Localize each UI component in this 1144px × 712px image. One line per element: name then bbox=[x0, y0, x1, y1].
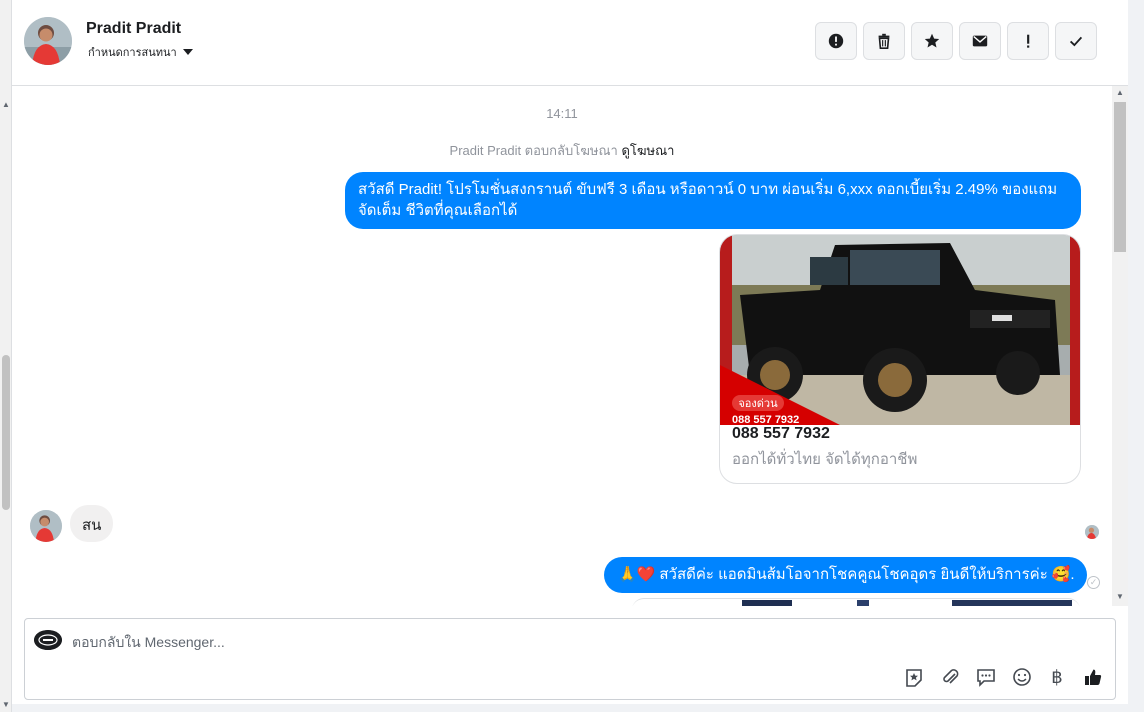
sticker-icon bbox=[906, 669, 922, 687]
ad-reply-notice: Pradit Pradit ตอบกลับโฆษณา ดูโฆษณา bbox=[12, 140, 1112, 161]
assign-conversation-label: กำหนดการสนทนา bbox=[88, 47, 177, 59]
message-timestamp: 14:11 bbox=[546, 106, 578, 121]
check-icon bbox=[1069, 36, 1083, 47]
scroll-down-arrow-icon[interactable]: ▼ bbox=[1116, 592, 1124, 601]
follow-up-button[interactable] bbox=[1007, 22, 1049, 60]
incoming-message[interactable]: สน bbox=[70, 505, 114, 542]
left-scrollbar[interactable]: ▲ ▼ bbox=[0, 0, 12, 712]
assign-conversation-dropdown[interactable]: กำหนดการสนทนา bbox=[88, 43, 193, 61]
card-title[interactable]: 088 557 7932 bbox=[732, 425, 830, 443]
emoji-icon bbox=[1013, 668, 1031, 686]
scroll-up-arrow-icon[interactable]: ▲ bbox=[1116, 88, 1124, 97]
conversation-header: Pradit Pradit กำหนดการสนทนา bbox=[12, 0, 1128, 86]
contact-avatar[interactable] bbox=[24, 17, 72, 65]
reply-composer: ฿ bbox=[24, 618, 1116, 700]
baht-icon: ฿ bbox=[1051, 666, 1063, 687]
message-thread[interactable]: 14:11 Pradit Pradit ตอบกลับโฆษณา ดูโฆษณา… bbox=[12, 86, 1112, 606]
ad-card[interactable]: จองด่วน 088 557 7932 088 557 7932 ออกได้… bbox=[719, 234, 1081, 484]
card-badge-text: จองด่วน bbox=[738, 398, 778, 410]
next-attachment-preview bbox=[632, 598, 1080, 606]
thread-scrollbar-thumb[interactable] bbox=[1114, 102, 1126, 252]
thread-scrollbar[interactable]: ▲ ▼ bbox=[1112, 86, 1128, 606]
message-prefix-emoji: 🙏❤️ bbox=[618, 566, 656, 583]
star-button[interactable] bbox=[911, 22, 953, 60]
paperclip-icon bbox=[943, 669, 959, 684]
attach-button[interactable] bbox=[938, 665, 962, 689]
caret-down-icon bbox=[182, 49, 193, 55]
card-description: ออกได้ทั่วไทย จัดได้ทุกอาชีพ bbox=[732, 451, 918, 468]
seen-indicator-avatar bbox=[1085, 525, 1099, 539]
truck-photo: จองด่วน 088 557 7932 bbox=[720, 235, 1080, 425]
outgoing-message[interactable]: 🙏❤️ สวัสดีค่ะ แอดมินส้มโอจากโชคคูณโชคอุด… bbox=[604, 557, 1087, 593]
sticker-button[interactable] bbox=[902, 665, 926, 689]
envelope-icon bbox=[972, 35, 988, 47]
sent-check-icon: ✓ bbox=[1087, 576, 1100, 589]
like-button[interactable] bbox=[1081, 665, 1105, 689]
outgoing-message[interactable]: สวัสดี Pradit! โปรโมชั่นสงกรานต์ ขับฟรี … bbox=[345, 172, 1081, 229]
saved-reply-icon bbox=[977, 669, 995, 687]
mark-done-button[interactable] bbox=[1055, 22, 1097, 60]
exclamation-icon bbox=[1027, 34, 1030, 48]
saved-reply-button[interactable] bbox=[974, 665, 998, 689]
report-spam-button[interactable] bbox=[815, 22, 857, 60]
scroll-down-arrow-icon[interactable]: ▼ bbox=[2, 700, 10, 709]
contact-name[interactable]: Pradit Pradit bbox=[86, 20, 181, 38]
trash-icon bbox=[878, 33, 890, 50]
message-text: สวัสดีค่ะ แอดมินส้มโอจากโชคคูณโชคอุดร ยิ… bbox=[659, 566, 1048, 583]
bottom-strip bbox=[12, 704, 1128, 712]
page-avatar bbox=[34, 630, 62, 650]
scroll-up-arrow-icon[interactable]: ▲ bbox=[2, 100, 10, 109]
reply-input[interactable] bbox=[72, 629, 872, 655]
view-ad-link[interactable]: ดูโฆษณา bbox=[621, 143, 674, 158]
right-edge-panel bbox=[1128, 0, 1144, 712]
left-scrollbar-thumb[interactable] bbox=[2, 355, 10, 510]
alert-circle-icon bbox=[828, 33, 844, 49]
delete-button[interactable] bbox=[863, 22, 905, 60]
emoji-button[interactable] bbox=[1010, 665, 1034, 689]
ad-reply-text: Pradit Pradit ตอบกลับโฆษณา bbox=[449, 143, 618, 158]
star-icon bbox=[924, 33, 940, 48]
thumbs-up-icon bbox=[1085, 669, 1102, 685]
message-suffix-emoji: 🥰. bbox=[1051, 566, 1075, 583]
mark-unread-button[interactable] bbox=[959, 22, 1001, 60]
card-image-phone-text: 088 557 7932 bbox=[732, 414, 799, 425]
payment-button[interactable]: ฿ bbox=[1045, 665, 1069, 689]
contact-avatar-small[interactable] bbox=[30, 510, 62, 542]
